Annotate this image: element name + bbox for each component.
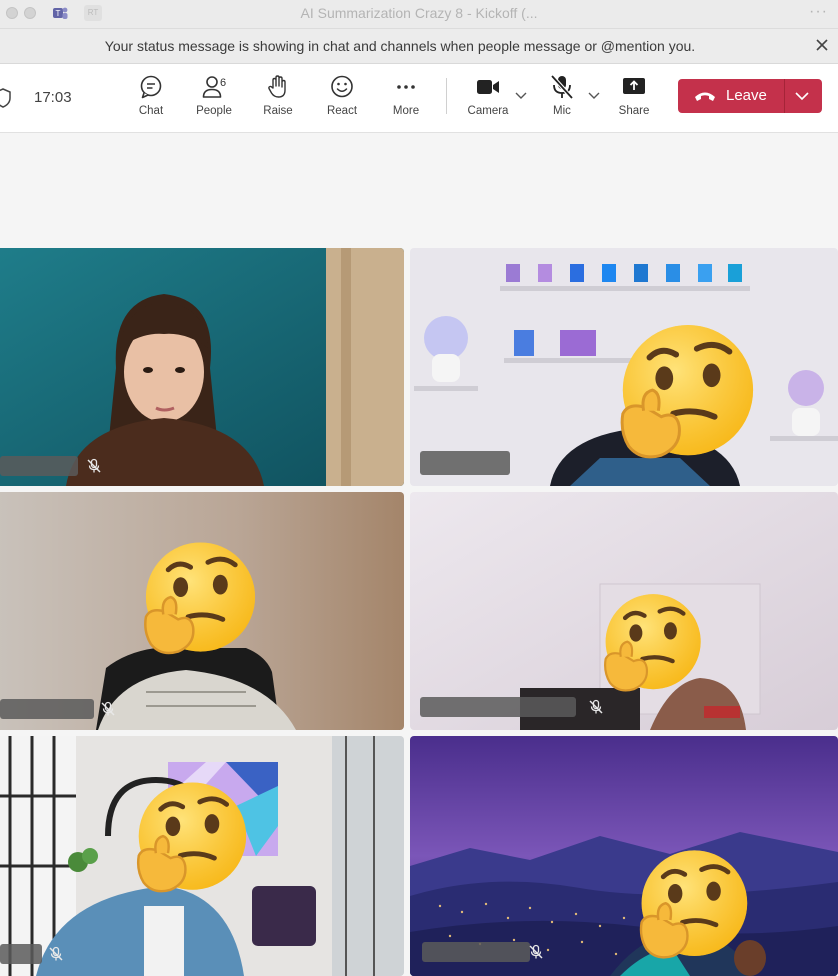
thinking-face-emoji [136,540,260,664]
mic-off-icon [550,74,574,100]
more-actions-button[interactable]: More [376,74,436,126]
share-button[interactable]: Share [604,74,664,126]
raise-label: Raise [263,105,293,117]
raise-hand-button[interactable]: Raise [248,74,308,126]
mic-off-icon [48,946,64,962]
participant-video [0,248,404,486]
close-icon[interactable] [811,34,833,56]
participant-name-plate [420,697,576,717]
thinking-face-emoji [632,848,752,968]
status-message-banner: Your status message is showing in chat a… [0,29,838,64]
more-options-icon[interactable]: ··· [809,3,828,21]
more-label: More [392,105,420,117]
mic-off-icon [588,699,604,715]
raise-hand-icon [268,75,286,98]
thinking-face-emoji [128,780,252,902]
thinking-face-emoji [610,322,760,470]
chevron-down-icon[interactable] [587,90,601,100]
thinking-face-emoji [596,592,706,700]
leave-button[interactable]: Leave [678,79,822,113]
window-titlebar: T RT AI Summarization Crazy 8 - Kickoff … [0,0,838,29]
mic-off-icon [528,944,544,960]
chat-label: Chat [138,105,164,117]
mic-button[interactable]: Mic [532,74,592,126]
react-button[interactable]: React [312,74,372,126]
mic-label: Mic [553,105,571,117]
chat-icon [140,75,162,99]
hang-up-icon [695,92,715,101]
chevron-down-icon[interactable] [794,91,810,101]
video-tile[interactable] [0,248,404,486]
participant-video [410,736,838,976]
people-label: People [196,105,232,117]
share-screen-icon [623,78,645,94]
banner-message: Your status message is showing in chat a… [104,38,696,54]
video-camera-icon [477,80,499,94]
video-tile[interactable] [410,248,838,486]
video-tile[interactable] [410,492,838,730]
toolbar-divider [446,78,447,114]
video-tile[interactable] [410,736,838,976]
chat-button[interactable]: Chat [121,74,181,126]
meeting-toolbar: 17:03 Chat 6 People Raise React More Cam… [0,64,838,133]
participant-name-plate [420,451,510,475]
participant-name-plate [422,942,530,962]
mic-off-icon [86,458,102,474]
react-label: React [326,105,358,117]
chevron-down-icon[interactable] [514,90,528,100]
shield-icon [0,88,11,108]
smiley-icon [331,75,353,98]
leave-divider [784,79,785,113]
meeting-timer: 17:03 [34,89,72,106]
video-tile[interactable] [0,736,404,976]
mic-off-icon [100,701,116,717]
participant-name-plate [0,699,94,719]
video-tile[interactable] [0,492,404,730]
participant-name-plate [0,456,78,476]
share-label: Share [618,105,650,117]
participant-name-plate [0,944,42,964]
camera-label: Camera [467,105,509,117]
people-count-badge: 6 [220,77,227,89]
camera-button[interactable]: Camera [458,74,518,126]
window-title: AI Summarization Crazy 8 - Kickoff (... [300,5,538,21]
leave-label: Leave [726,87,767,104]
ellipsis-icon [397,85,415,89]
people-button[interactable]: 6 People [184,74,244,126]
